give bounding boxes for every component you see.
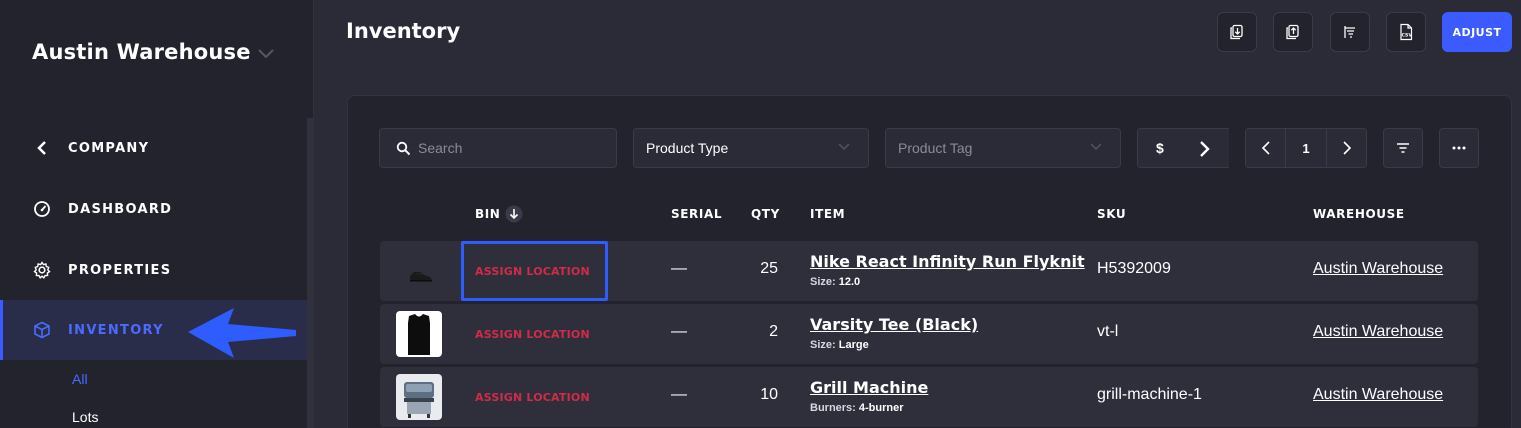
assign-location-link[interactable]: ASSIGN LOCATION <box>475 391 590 404</box>
sidebar-subitem-all[interactable]: All <box>72 371 88 387</box>
chevron-left-icon <box>32 138 52 158</box>
csv-icon: CSV <box>1400 23 1413 41</box>
highlight-box <box>461 241 608 301</box>
serial-value: — <box>671 323 687 340</box>
sku-value: H5392009 <box>1097 260 1171 277</box>
assign-location-link[interactable]: ASSIGN LOCATION <box>475 328 590 341</box>
column-header-bin[interactable]: BIN <box>475 207 500 221</box>
gear-icon <box>32 260 52 280</box>
item-name-link[interactable]: Varsity Tee (Black) <box>810 315 978 334</box>
sku-value: vt-l <box>1097 323 1119 340</box>
csv-button[interactable]: CSV <box>1386 12 1426 52</box>
attribute-key: Burners: <box>810 402 856 414</box>
attribute-value: 12.0 <box>838 276 861 288</box>
column-header-serial: SERIAL <box>671 207 723 221</box>
serial-value: — <box>671 386 687 403</box>
list-sort-icon <box>1344 26 1355 38</box>
current-page: 1 <box>1302 140 1310 156</box>
product-tag-placeholder: Product Tag <box>898 140 973 156</box>
chevron-down-icon <box>838 143 850 151</box>
sidebar: Austin Warehouse COMPANY DASHBOARD PROPE… <box>0 0 314 428</box>
search-box[interactable] <box>379 128 617 168</box>
sidebar-scrollbar[interactable] <box>307 118 314 428</box>
next-page-button[interactable] <box>1326 129 1366 167</box>
item-attribute: Size: 12.0 <box>810 276 860 288</box>
product-thumbnail <box>396 248 442 294</box>
nav-company[interactable]: COMPANY <box>0 118 307 178</box>
nav-label: COMPANY <box>68 140 150 156</box>
warehouse-link[interactable]: Austin Warehouse <box>1313 386 1443 404</box>
warehouse-link[interactable]: Austin Warehouse <box>1313 323 1443 341</box>
warehouse-name[interactable]: Austin Warehouse <box>32 40 251 64</box>
item-name-link[interactable]: Nike React Infinity Run Flyknit <box>810 252 1085 271</box>
gauge-icon <box>32 199 52 219</box>
sort-desc-icon[interactable] <box>505 205 523 223</box>
nav-label: PROPERTIES <box>68 262 172 278</box>
nav-label: INVENTORY <box>68 322 164 338</box>
chevron-right-icon <box>1342 141 1351 155</box>
sort-list-button[interactable] <box>1330 12 1370 52</box>
column-header-qty: QTY <box>751 207 780 221</box>
nav-label: DASHBOARD <box>68 201 173 217</box>
export-icon <box>1286 24 1299 40</box>
export-button[interactable] <box>1273 12 1313 52</box>
attribute-value: 4-burner <box>858 402 904 414</box>
adjust-button[interactable]: ADJUST <box>1442 12 1512 52</box>
item-attribute: Size: Large <box>810 339 869 351</box>
prev-page-button[interactable] <box>1246 129 1286 167</box>
warehouse-link[interactable]: Austin Warehouse <box>1313 260 1443 278</box>
product-type-value: Product Type <box>646 140 729 156</box>
cube-icon <box>32 320 52 340</box>
column-header-item: ITEM <box>810 207 846 221</box>
svg-text:CSV: CSV <box>1402 33 1413 39</box>
chevron-left-icon <box>1261 141 1270 155</box>
search-icon <box>396 141 411 156</box>
item-attribute: Burners: 4-burner <box>810 402 904 414</box>
import-icon <box>1230 24 1243 40</box>
currency-toggle[interactable]: $ <box>1137 128 1229 168</box>
qty-value: 2 <box>769 323 778 340</box>
page-title: Inventory <box>346 19 461 43</box>
more-options-button[interactable] <box>1439 128 1479 168</box>
import-button[interactable] <box>1217 12 1257 52</box>
attribute-value: Large <box>838 339 869 351</box>
product-tag-select[interactable]: Product Tag <box>885 128 1121 168</box>
chevron-down-icon[interactable] <box>256 45 276 61</box>
nav-dashboard[interactable]: DASHBOARD <box>0 179 307 239</box>
pagination: 1 <box>1245 128 1367 168</box>
product-thumbnail <box>396 311 442 357</box>
product-thumbnail <box>396 374 442 420</box>
column-header-warehouse: WAREHOUSE <box>1313 207 1405 221</box>
search-input[interactable] <box>418 129 608 167</box>
qty-value: 25 <box>760 260 778 277</box>
nav-properties[interactable]: PROPERTIES <box>0 240 307 300</box>
column-header-sku: SKU <box>1097 207 1127 221</box>
attribute-key: Size: <box>810 276 836 288</box>
qty-value: 10 <box>760 386 778 403</box>
filter-button[interactable] <box>1383 128 1423 168</box>
more-dots-icon <box>1452 146 1466 150</box>
sku-value: grill-machine-1 <box>1097 386 1202 403</box>
chevron-right-icon[interactable] <box>1198 140 1212 158</box>
pointer-arrow-icon <box>188 308 296 358</box>
chevron-down-icon <box>1090 143 1102 151</box>
currency-symbol: $ <box>1156 140 1164 156</box>
product-type-select[interactable]: Product Type <box>633 128 869 168</box>
table-row[interactable]: ASSIGN LOCATION — 10 Grill Machine Burne… <box>380 367 1478 427</box>
filter-icon <box>1397 143 1409 153</box>
sidebar-subitem-lots[interactable]: Lots <box>72 409 98 425</box>
attribute-key: Size: <box>810 339 836 351</box>
item-name-link[interactable]: Grill Machine <box>810 378 928 397</box>
serial-value: — <box>671 260 687 277</box>
table-row[interactable]: ASSIGN LOCATION — 2 Varsity Tee (Black) … <box>380 304 1478 364</box>
